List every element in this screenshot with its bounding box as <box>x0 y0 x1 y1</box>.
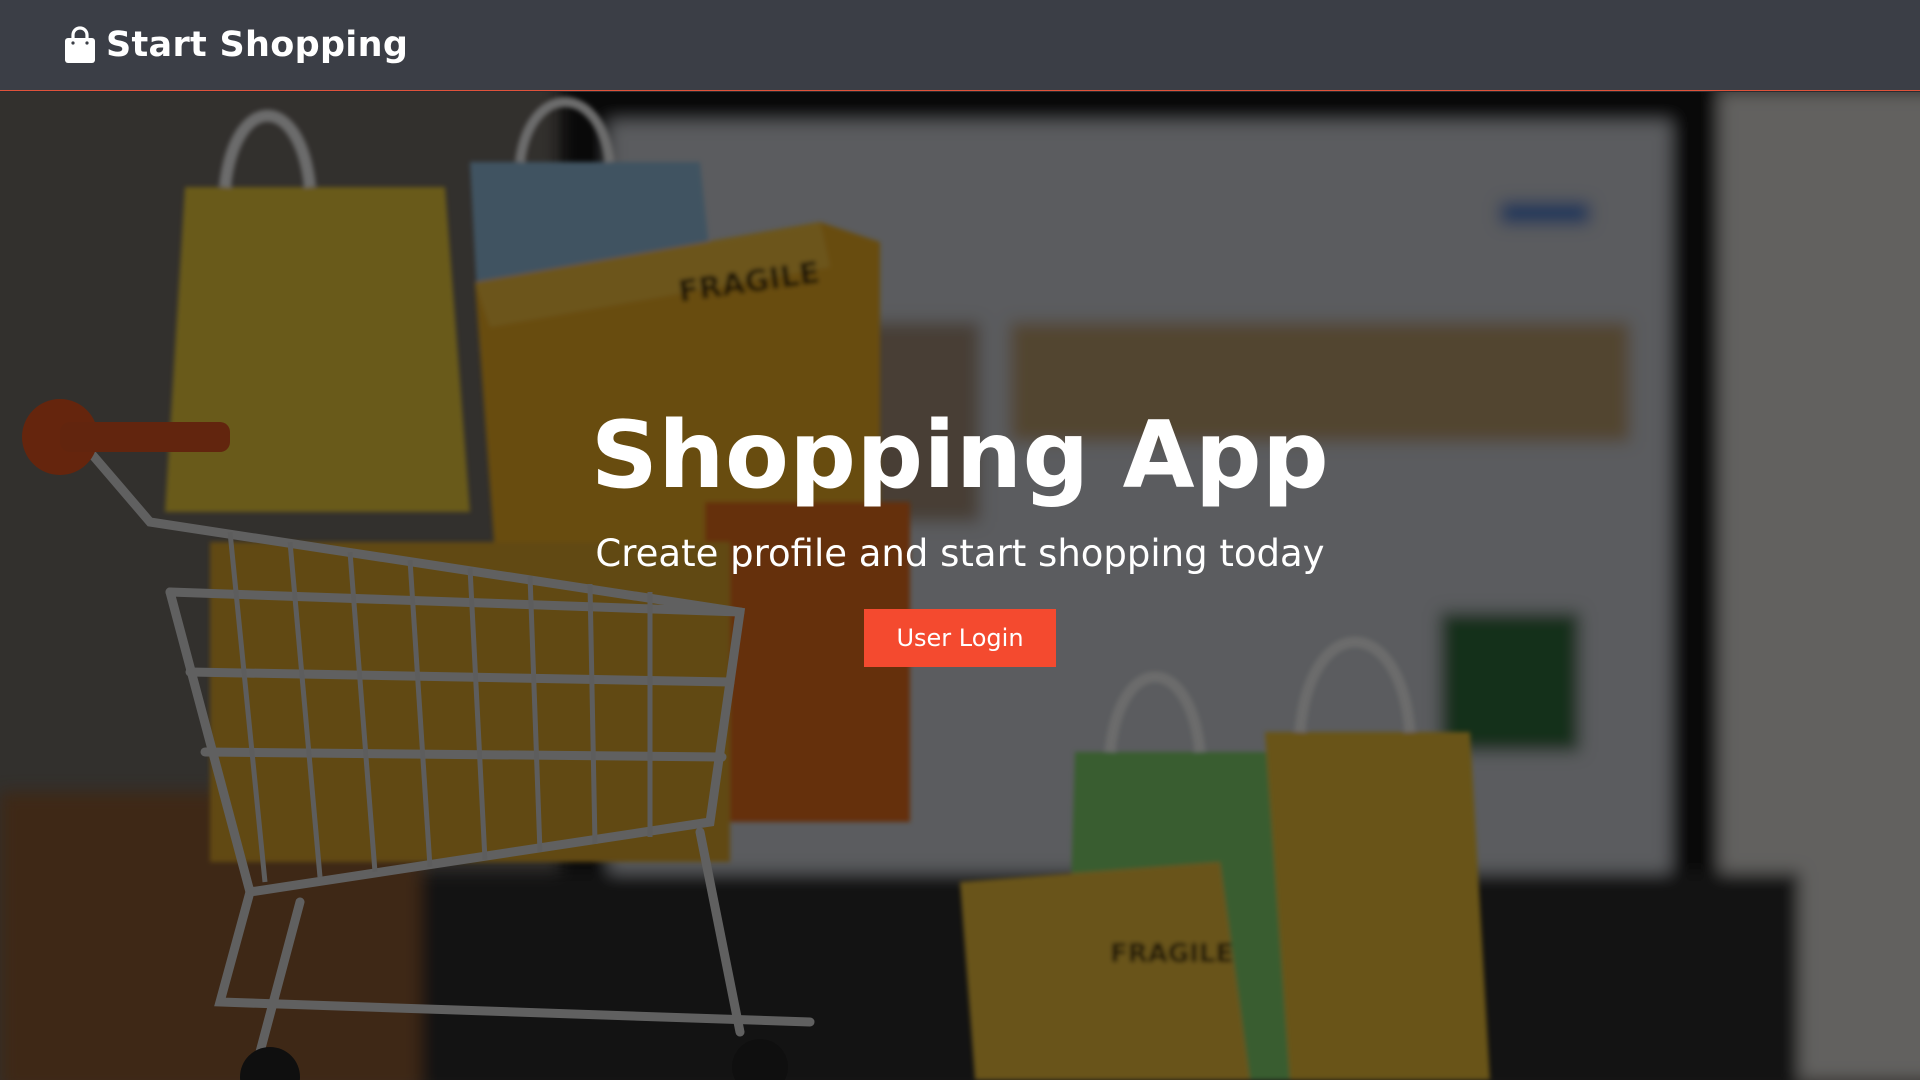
shopping-bag-icon <box>65 26 95 63</box>
hero-subtitle: Create profile and start shopping today <box>595 532 1325 576</box>
user-login-button[interactable]: User Login <box>864 608 1056 667</box>
hero-content: Shopping App Create profile and start sh… <box>0 92 1920 1080</box>
hero-section: FRAGILE <box>0 92 1920 1080</box>
top-navbar: Start Shopping <box>0 0 1920 91</box>
brand-label: Start Shopping <box>106 25 409 65</box>
brand-link[interactable]: Start Shopping <box>64 25 408 65</box>
hero-title: Shopping App <box>590 401 1330 509</box>
